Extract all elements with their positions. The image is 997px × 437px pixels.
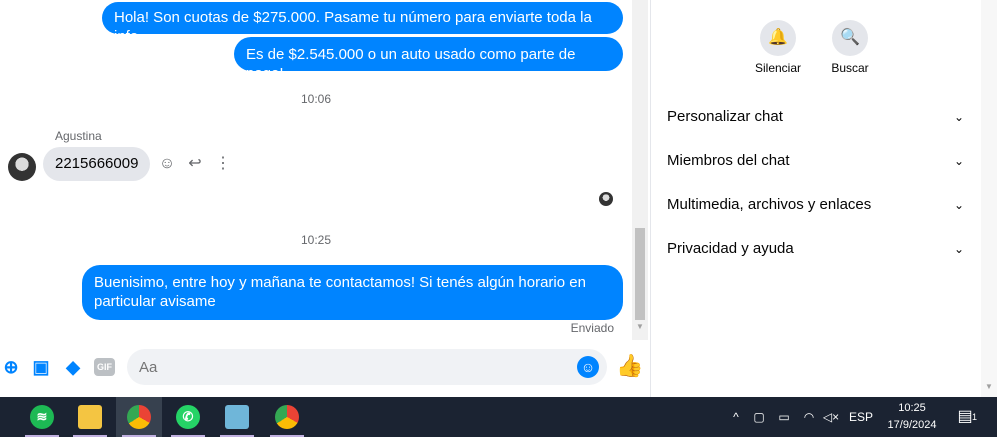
- chevron-down-icon[interactable]: ⌄: [951, 237, 967, 261]
- section-label: Multimedia, archivos y enlaces: [667, 196, 872, 213]
- reply-icon[interactable]: ↩: [186, 155, 204, 173]
- sender-name: Agustina: [55, 129, 102, 143]
- meet-now-icon[interactable]: ▢: [750, 397, 768, 437]
- scroll-down-arrow-icon[interactable]: ▼: [635, 322, 645, 332]
- plus-circle-icon[interactable]: ⊕: [0, 356, 22, 378]
- taskbar-app-file-explorer[interactable]: [67, 397, 113, 437]
- windows-taskbar: ≋ ✆ ^ ▢ ▭ ◠ ◁× ESP 10:25 17/9/2024 ▤ 1: [0, 397, 997, 437]
- thumbs-up-icon[interactable]: 👍: [616, 354, 643, 378]
- section-label: Miembros del chat: [667, 152, 790, 169]
- taskbar-app-whatsapp[interactable]: ✆: [165, 397, 211, 437]
- taskbar-app-spotify[interactable]: ≋: [19, 397, 65, 437]
- search-icon[interactable]: 🔍: [832, 20, 868, 56]
- taskbar-app-notepad[interactable]: [214, 397, 260, 437]
- page-scrollbar[interactable]: ▼: [981, 0, 997, 397]
- message-status: Enviado: [570, 321, 614, 335]
- section-privacy-help[interactable]: Privacidad y ayuda ⌄: [667, 237, 967, 261]
- section-label: Personalizar chat: [667, 108, 783, 125]
- notification-count: 1: [971, 412, 977, 422]
- chrome-icon: [275, 405, 299, 429]
- scrollbar-thumb[interactable]: [635, 228, 645, 320]
- seen-avatar: [599, 192, 613, 206]
- section-customize-chat[interactable]: Personalizar chat ⌄: [667, 105, 967, 129]
- photo-icon[interactable]: ▣: [30, 356, 52, 378]
- section-chat-members[interactable]: Miembros del chat ⌄: [667, 149, 967, 173]
- chat-scrollbar[interactable]: ▼: [632, 0, 648, 340]
- message-timestamp: 10:25: [300, 233, 332, 247]
- folder-icon: [78, 405, 102, 429]
- emoji-icon[interactable]: ☺: [577, 356, 599, 378]
- taskbar-clock[interactable]: 10:25 17/9/2024: [880, 400, 944, 434]
- chevron-down-icon[interactable]: ⌄: [951, 149, 967, 173]
- taskbar-app-chrome[interactable]: [116, 397, 162, 437]
- notification-center-icon[interactable]: ▤ 1: [954, 406, 977, 428]
- chat-thread: Hola! Son cuotas de $275.000. Pasame tu …: [0, 0, 643, 397]
- wifi-icon[interactable]: ◠: [800, 397, 818, 437]
- chrome-icon: [127, 405, 151, 429]
- react-icon[interactable]: ☺: [158, 155, 176, 173]
- scroll-down-arrow-icon[interactable]: ▼: [984, 382, 994, 391]
- message-timestamp: 10:06: [300, 92, 332, 106]
- spotify-icon: ≋: [30, 405, 54, 429]
- mute-label[interactable]: Silenciar: [743, 61, 813, 75]
- contact-avatar[interactable]: [8, 153, 36, 181]
- chevron-down-icon[interactable]: ⌄: [951, 105, 967, 129]
- chat-info-panel: 🔔 Silenciar 🔍 Buscar Personalizar chat ⌄…: [651, 0, 981, 397]
- gif-icon[interactable]: GIF: [94, 358, 115, 376]
- sticker-icon[interactable]: ◆: [62, 356, 84, 378]
- show-hidden-icons-chevron-icon[interactable]: ^: [727, 397, 745, 437]
- search-label[interactable]: Buscar: [815, 61, 885, 75]
- whatsapp-icon: ✆: [176, 405, 200, 429]
- battery-icon[interactable]: ▭: [774, 397, 794, 437]
- bell-icon[interactable]: 🔔: [760, 20, 796, 56]
- clock-date: 17/9/2024: [887, 419, 937, 431]
- message-bubble-outgoing[interactable]: Buenisimo, entre hoy y mañana te contact…: [82, 265, 623, 320]
- message-input[interactable]: [127, 349, 607, 385]
- clock-time: 10:25: [898, 402, 926, 414]
- message-bubble-outgoing[interactable]: Hola! Son cuotas de $275.000. Pasame tu …: [102, 2, 623, 45]
- message-bubble-outgoing[interactable]: Es de $2.545.000 o un auto usado como pa…: [234, 37, 623, 82]
- volume-muted-icon[interactable]: ◁×: [822, 397, 840, 437]
- taskbar-app-chrome-profile[interactable]: [264, 397, 310, 437]
- more-options-icon[interactable]: ⋮: [214, 155, 232, 173]
- section-label: Privacidad y ayuda: [667, 240, 794, 257]
- language-indicator[interactable]: ESP: [846, 397, 876, 437]
- section-media-files-links[interactable]: Multimedia, archivos y enlaces ⌄: [667, 193, 967, 217]
- message-bubble-incoming[interactable]: 2215666009: [43, 147, 151, 181]
- notepad-icon: [225, 405, 249, 429]
- chevron-down-icon[interactable]: ⌄: [951, 193, 967, 217]
